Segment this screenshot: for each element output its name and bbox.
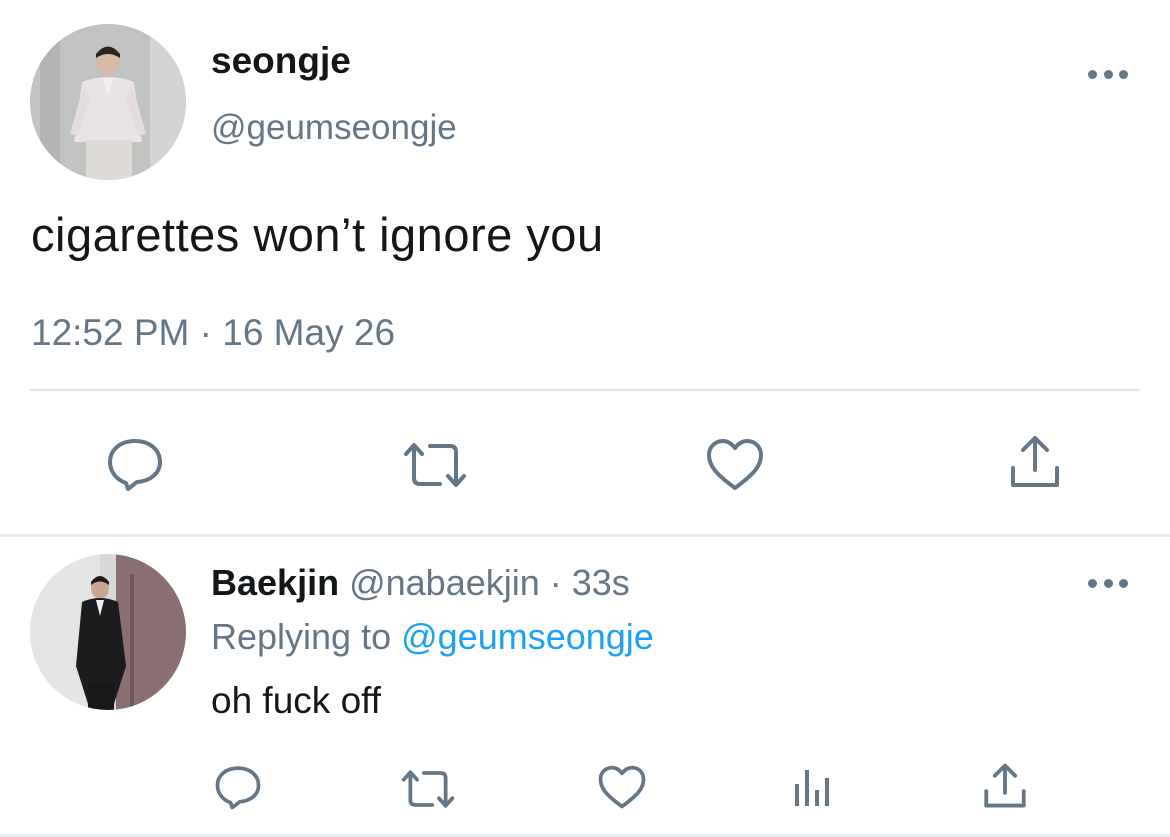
avatar-baekjin[interactable] bbox=[30, 554, 186, 710]
reply-display-name[interactable]: Baekjin bbox=[211, 562, 339, 603]
reply-text: oh fuck off bbox=[211, 680, 382, 721]
separator-dot: · bbox=[539, 562, 572, 603]
tweet-text: cigarettes won’t ignore you bbox=[31, 208, 604, 261]
reply-icon[interactable] bbox=[106, 436, 164, 492]
heart-icon[interactable] bbox=[598, 765, 646, 810]
avatar-seongje[interactable] bbox=[30, 24, 186, 180]
divider bbox=[30, 389, 1140, 391]
section-divider bbox=[0, 534, 1170, 537]
replying-to-link[interactable]: @geumseongje bbox=[401, 616, 654, 657]
analytics-icon[interactable] bbox=[792, 764, 834, 808]
more-options-icon[interactable] bbox=[1088, 68, 1128, 80]
replying-to-prefix: Replying to bbox=[211, 616, 402, 657]
heart-icon[interactable] bbox=[706, 438, 764, 492]
retweet-icon[interactable] bbox=[398, 768, 458, 810]
reply-handle[interactable]: @nabaekjin bbox=[349, 562, 540, 603]
more-options-icon[interactable] bbox=[1088, 577, 1128, 589]
share-icon[interactable] bbox=[1008, 434, 1062, 490]
replying-to-line: Replying to @geumseongje bbox=[211, 616, 654, 658]
reply-icon[interactable] bbox=[214, 764, 262, 810]
share-icon[interactable] bbox=[982, 762, 1028, 810]
reply-header: Baekjin @nabaekjin · 33s bbox=[211, 562, 630, 604]
avatar-photo bbox=[30, 554, 186, 710]
tweet-timestamp[interactable]: 12:52 PM · 16 May 26 bbox=[31, 312, 395, 354]
avatar-photo bbox=[30, 24, 186, 180]
author-display-name[interactable]: seongje bbox=[211, 40, 351, 82]
reply-time-ago[interactable]: 33s bbox=[572, 562, 630, 603]
retweet-icon[interactable] bbox=[400, 440, 470, 490]
author-handle[interactable]: @geumseongje bbox=[211, 108, 457, 148]
